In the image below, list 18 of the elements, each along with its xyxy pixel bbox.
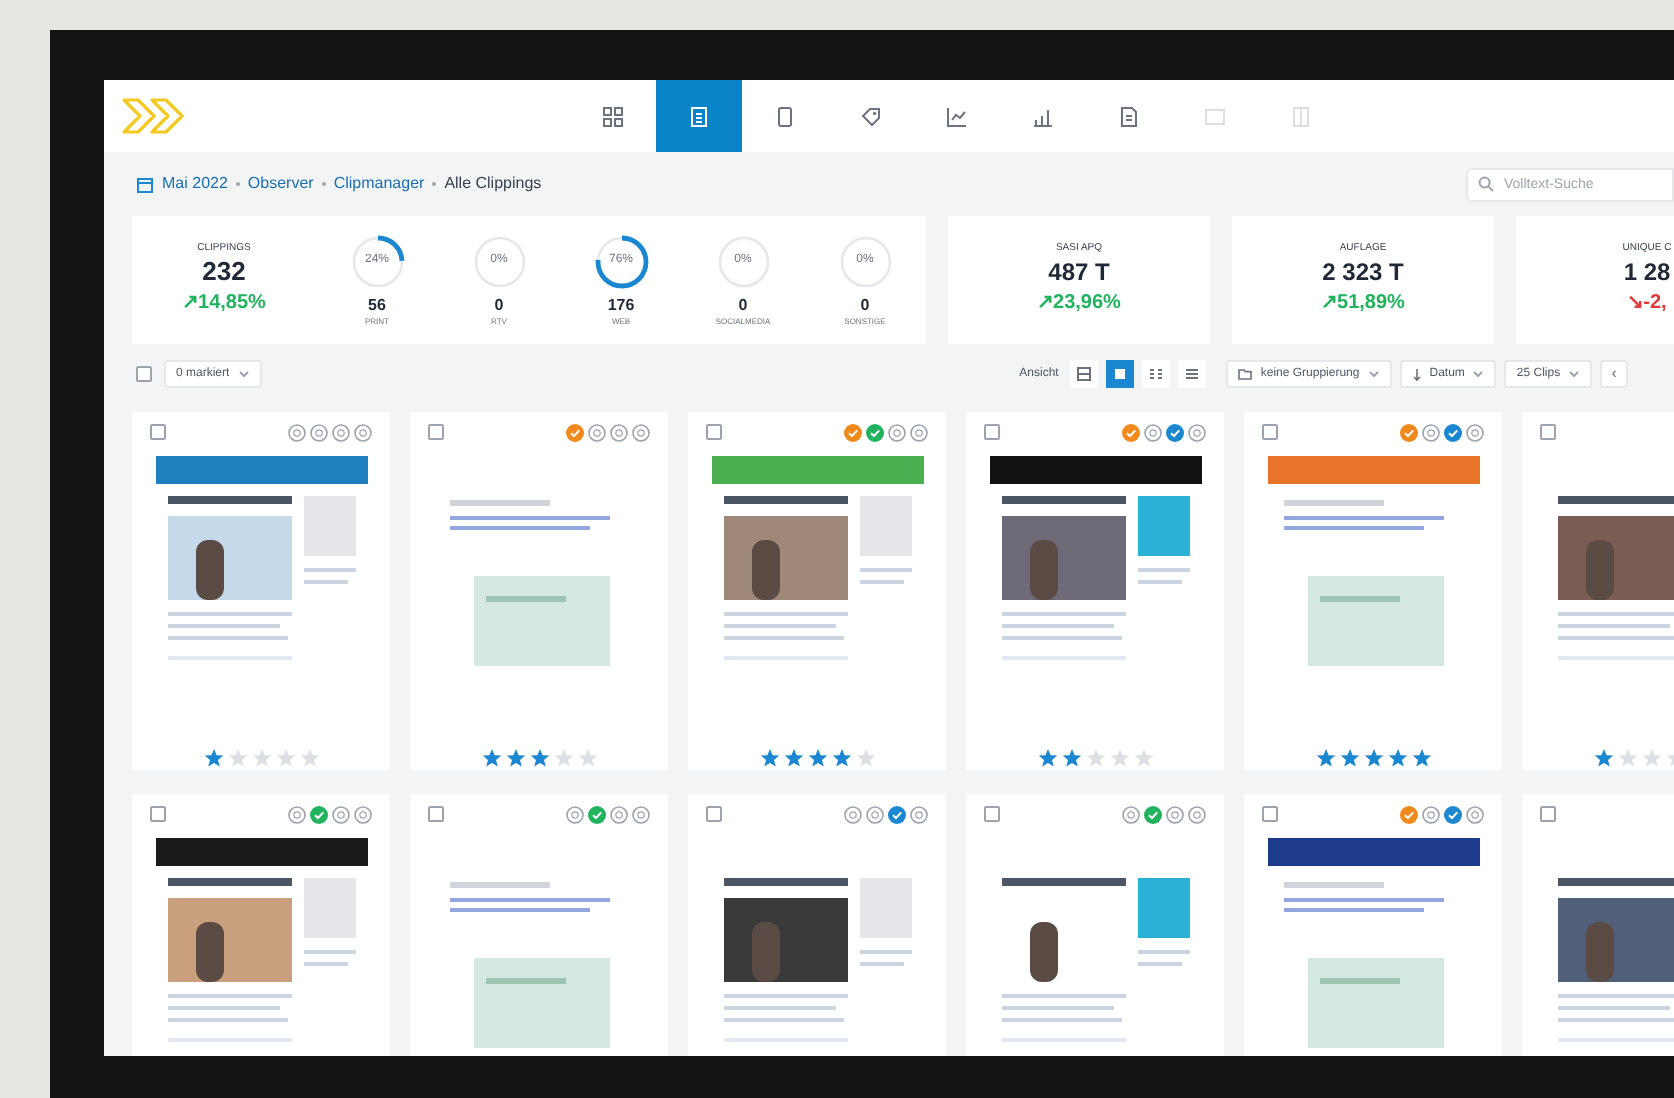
stat-value: 0 — [860, 295, 870, 315]
change-value: ↗14,85% — [182, 290, 266, 319]
breadcrumb-link[interactable]: Observer — [247, 172, 314, 196]
breadcrumb-current: Alle Clippings — [444, 172, 542, 196]
previous-page-button[interactable]: ‹ — [1600, 360, 1629, 388]
breadcrumb-link[interactable]: Clipmanager — [333, 172, 425, 196]
stat-value: 1 28 — [1623, 256, 1671, 289]
change-value: ↘-2, — [1627, 290, 1667, 319]
stat-value: 487 T — [1048, 256, 1110, 289]
stat-value: 176 — [607, 295, 635, 315]
stat-value: 2 323 T — [1322, 256, 1404, 289]
breadcrumb-link[interactable]: Mai 2022 — [162, 172, 228, 196]
stat-value: 0 — [738, 295, 748, 315]
stat-value: 232 — [202, 256, 246, 289]
change-value: ↗23,96% — [1037, 290, 1121, 319]
stat-value: 0 — [494, 295, 504, 315]
stat-value: 56 — [368, 295, 386, 315]
change-value: ↗51,89% — [1321, 290, 1405, 319]
